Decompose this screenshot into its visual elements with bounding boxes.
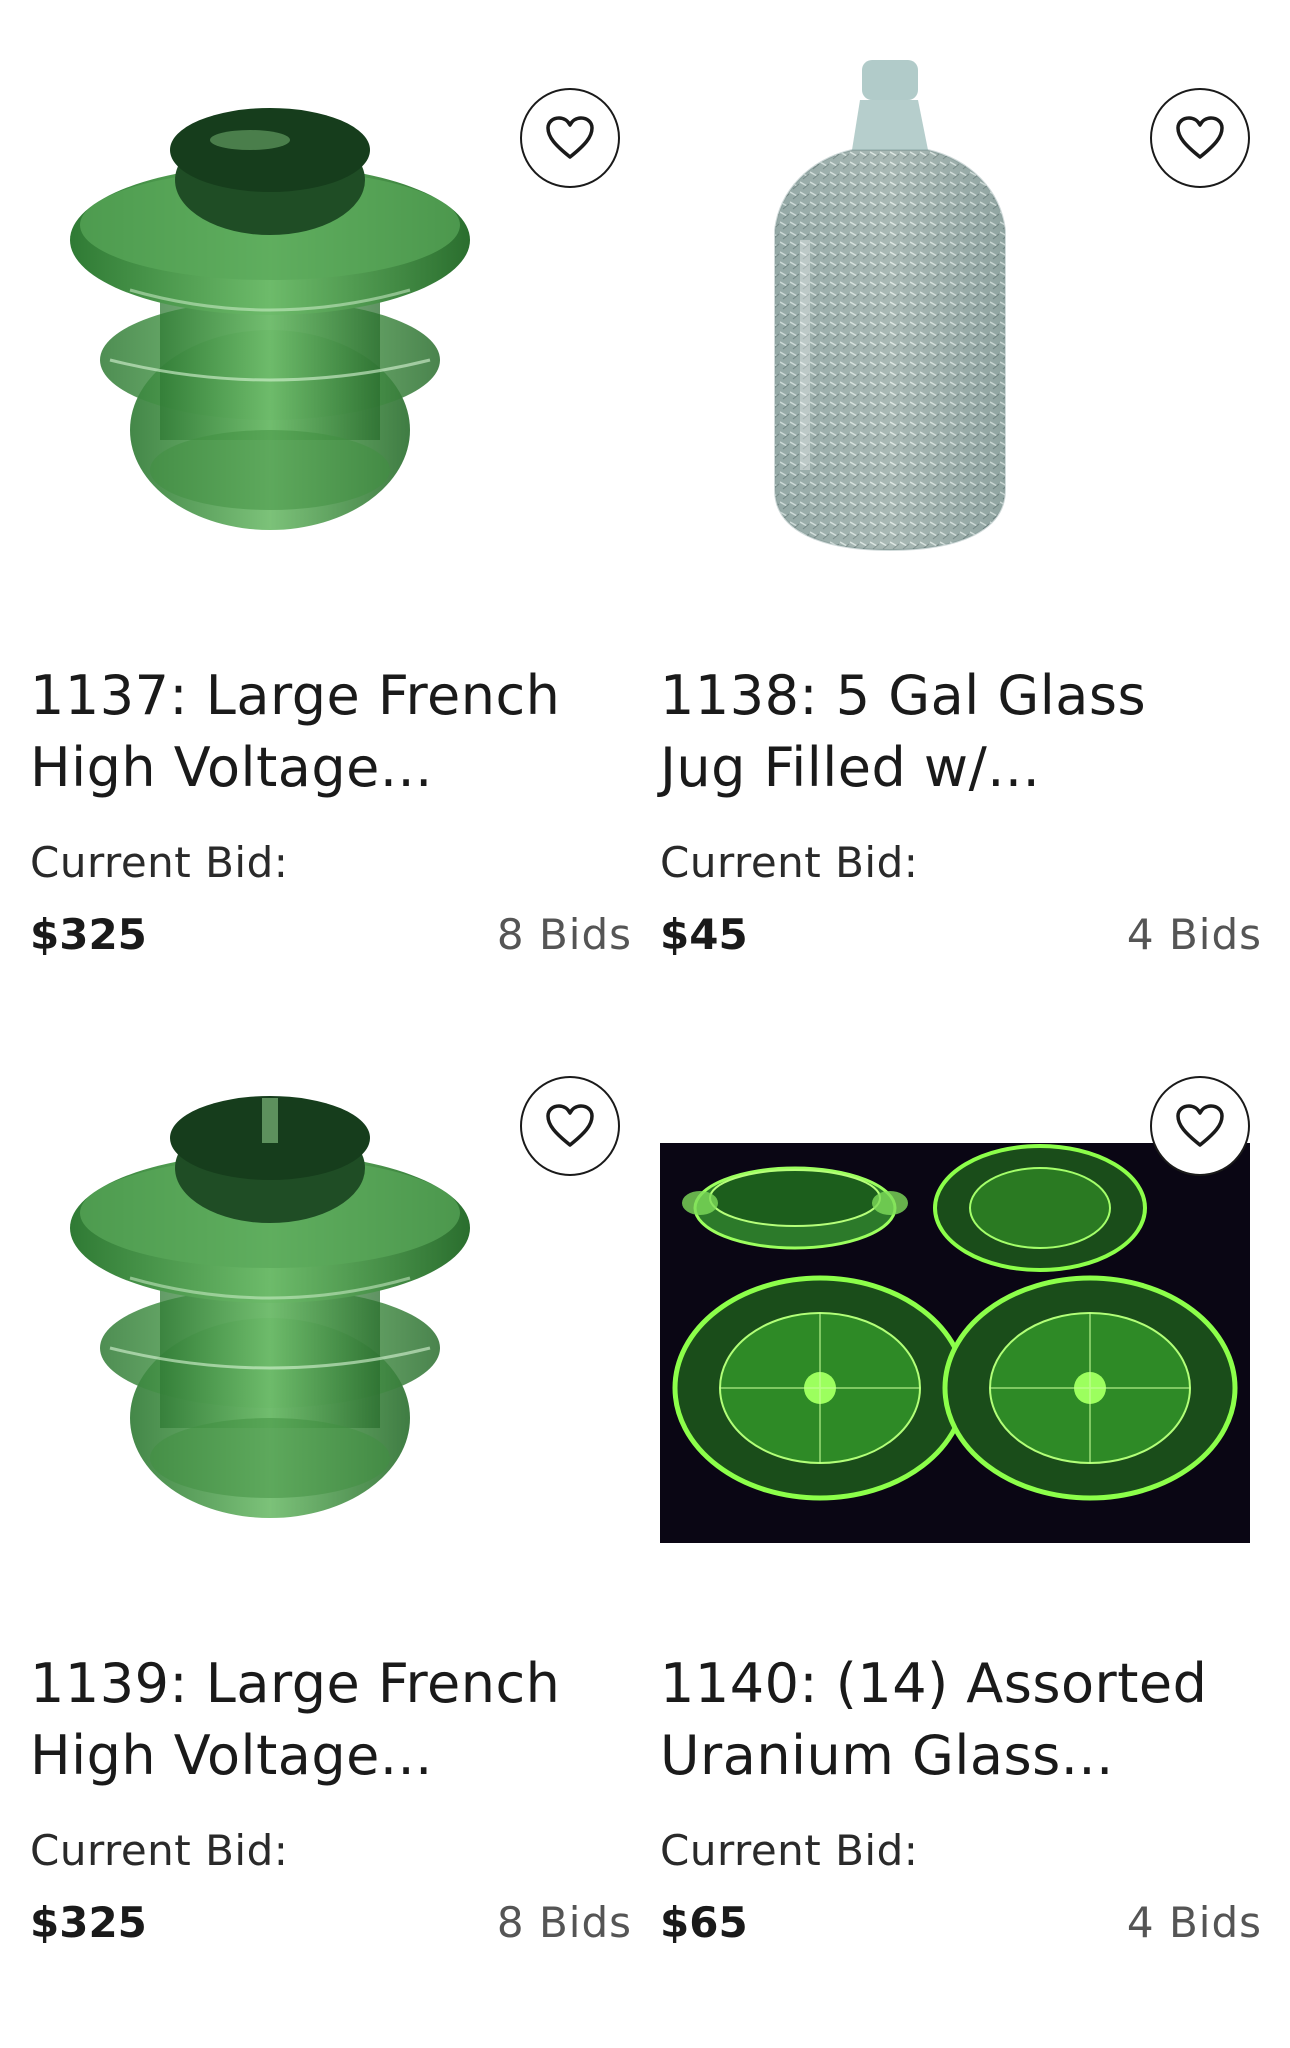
lot-title[interactable]: 1139: Large French High Voltage...: [30, 1648, 620, 1792]
current-bid-price: $325: [30, 1898, 147, 1947]
lot-card[interactable]: 1137: Large French High Voltage... Curre…: [30, 60, 632, 990]
favorite-button[interactable]: [1150, 1076, 1250, 1176]
lot-card[interactable]: 1139: Large French High Voltage... Curre…: [30, 1048, 632, 1978]
bid-count: 8 Bids: [496, 1898, 632, 1947]
heart-outline-icon: [1176, 116, 1224, 159]
current-bid-label: Current Bid:: [660, 838, 919, 887]
lot-card[interactable]: 1138: 5 Gal Glass Jug Filled w/... Curre…: [660, 60, 1262, 990]
heart-outline-icon: [546, 116, 594, 159]
heart-outline-icon: [1176, 1104, 1224, 1147]
current-bid-label: Current Bid:: [30, 838, 289, 887]
lot-image[interactable]: [660, 1048, 1250, 1618]
favorite-button[interactable]: [520, 1076, 620, 1176]
lot-image[interactable]: [660, 60, 1250, 630]
lot-title[interactable]: 1140: (14) Assorted Uranium Glass...: [660, 1648, 1250, 1792]
current-bid-price: $325: [30, 910, 147, 959]
lot-image[interactable]: [30, 60, 620, 630]
lot-title[interactable]: 1138: 5 Gal Glass Jug Filled w/...: [660, 660, 1250, 804]
bid-count: 4 Bids: [1126, 1898, 1262, 1947]
lot-image[interactable]: [30, 1048, 620, 1618]
bid-count: 4 Bids: [1126, 910, 1262, 959]
favorite-button[interactable]: [1150, 88, 1250, 188]
lot-card[interactable]: 1140: (14) Assorted Uranium Glass... Cur…: [660, 1048, 1262, 1978]
current-bid-price: $65: [660, 1898, 748, 1947]
bid-count: 8 Bids: [496, 910, 632, 959]
current-bid-price: $45: [660, 910, 748, 959]
heart-outline-icon: [546, 1104, 594, 1147]
lot-grid: 1137: Large French High Voltage... Curre…: [0, 0, 1290, 2048]
favorite-button[interactable]: [520, 88, 620, 188]
current-bid-label: Current Bid:: [660, 1826, 919, 1875]
lot-title[interactable]: 1137: Large French High Voltage...: [30, 660, 620, 804]
current-bid-label: Current Bid:: [30, 1826, 289, 1875]
